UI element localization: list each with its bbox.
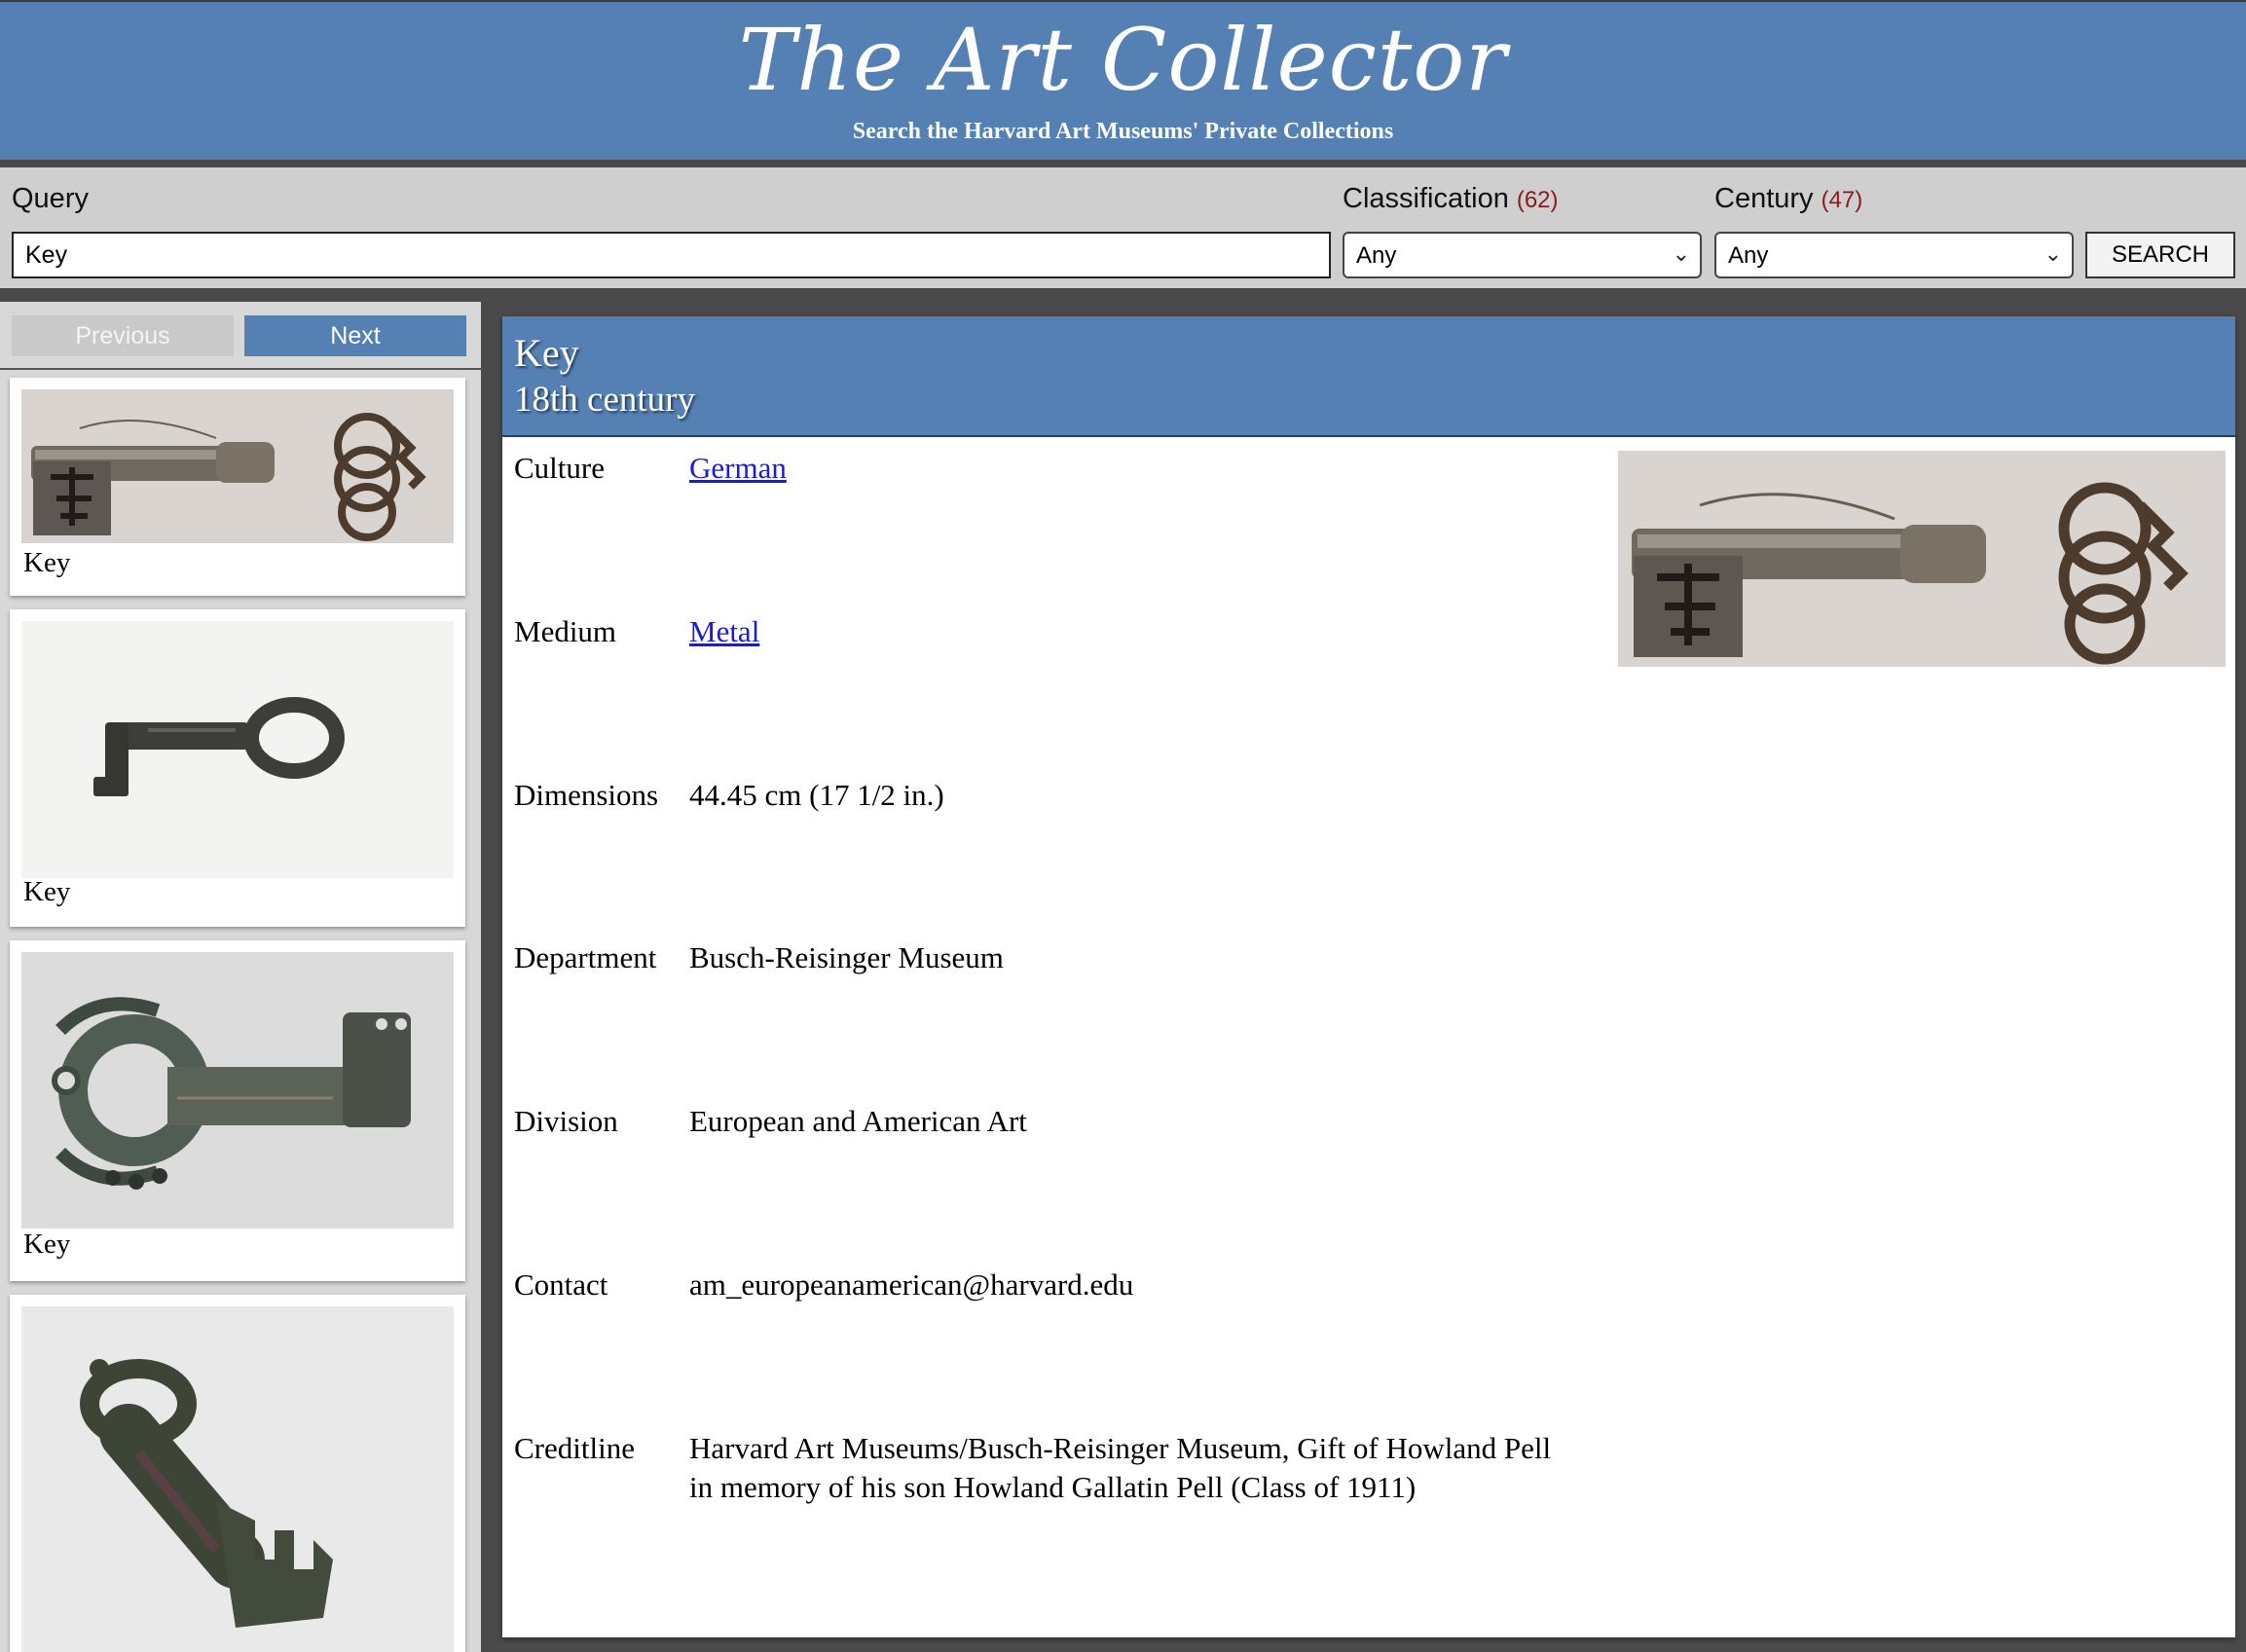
results-sidebar: Previous Next Key Key Key xyxy=(0,302,481,1652)
result-thumbnail xyxy=(21,952,454,1229)
division-value: European and American Art xyxy=(689,1104,1027,1138)
result-title: Key xyxy=(23,547,71,578)
object-date: 18th century xyxy=(514,380,695,420)
dimensions-value: 44.45 cm (17 1/2 in.) xyxy=(689,778,944,812)
classification-count: (62) xyxy=(1516,187,1559,213)
classification-select[interactable]: Any ⌄ xyxy=(1343,232,1702,278)
chevron-down-icon: ⌄ xyxy=(2043,241,2062,266)
century-count: (47) xyxy=(1821,187,1863,213)
previous-button[interactable]: Previous xyxy=(12,315,234,356)
classification-label: Classification xyxy=(1343,183,1509,214)
century-label: Century xyxy=(1714,183,1814,214)
department-label: Department xyxy=(514,940,657,974)
century-select-value: Any xyxy=(1728,242,1769,269)
object-title: Key xyxy=(514,331,579,375)
creditline-line-1: Harvard Art Museums/Busch-Reisinger Muse… xyxy=(689,1431,1552,1465)
object-detail-panel: Key 18th century Culture German Medium M… xyxy=(502,316,2235,1637)
creditline-label: Creditline xyxy=(514,1431,635,1465)
detail-header: Key 18th century xyxy=(502,316,2235,437)
culture-value: German xyxy=(689,449,787,488)
century-label-group: Century (47) xyxy=(1714,183,1862,215)
result-thumbnail xyxy=(21,621,454,878)
dimensions-label: Dimensions xyxy=(514,778,659,812)
century-select[interactable]: Any ⌄ xyxy=(1714,232,2074,278)
result-thumbnail xyxy=(21,1306,454,1652)
division-label: Division xyxy=(514,1104,618,1138)
classification-label-group: Classification (62) xyxy=(1343,183,1559,215)
chevron-down-icon: ⌄ xyxy=(1672,241,1690,266)
contact-label: Contact xyxy=(514,1267,608,1302)
classification-select-value: Any xyxy=(1356,242,1397,269)
department-value: Busch-Reisinger Museum xyxy=(689,940,1004,974)
result-card[interactable]: Key xyxy=(10,378,465,596)
site-tagline: Search the Harvard Art Museums' Private … xyxy=(852,119,1394,144)
result-title: Key xyxy=(23,876,71,907)
creditline-value: Harvard Art Museums/Busch-Reisinger Muse… xyxy=(689,1429,1551,1507)
search-bar: Query Classification (62) Century (47) Key… xyxy=(0,167,2246,288)
medium-link[interactable]: Metal xyxy=(689,614,759,648)
result-card[interactable]: Key xyxy=(10,940,465,1281)
result-card[interactable]: Key xyxy=(10,609,465,927)
contact-value: am_europeanamerican@harvard.edu xyxy=(689,1267,1134,1302)
search-button[interactable]: SEARCH xyxy=(2085,232,2235,278)
creditline-line-2: in memory of his son Howland Gallatin Pe… xyxy=(689,1470,1417,1504)
culture-label: Culture xyxy=(514,451,605,485)
query-label: Query xyxy=(12,183,89,214)
culture-link[interactable]: German xyxy=(689,451,787,485)
result-title: Key xyxy=(23,1229,71,1260)
nav-divider xyxy=(0,368,481,370)
site-header: The Art Collector Search the Harvard Art… xyxy=(0,0,2246,160)
object-image xyxy=(1618,451,2226,667)
query-input[interactable]: Key xyxy=(12,232,1331,278)
site-title: The Art Collector xyxy=(738,10,1508,110)
result-thumbnail xyxy=(21,389,454,543)
next-button[interactable]: Next xyxy=(244,315,466,356)
result-card[interactable] xyxy=(10,1295,465,1652)
medium-value: Metal xyxy=(689,612,759,651)
medium-label: Medium xyxy=(514,614,617,648)
